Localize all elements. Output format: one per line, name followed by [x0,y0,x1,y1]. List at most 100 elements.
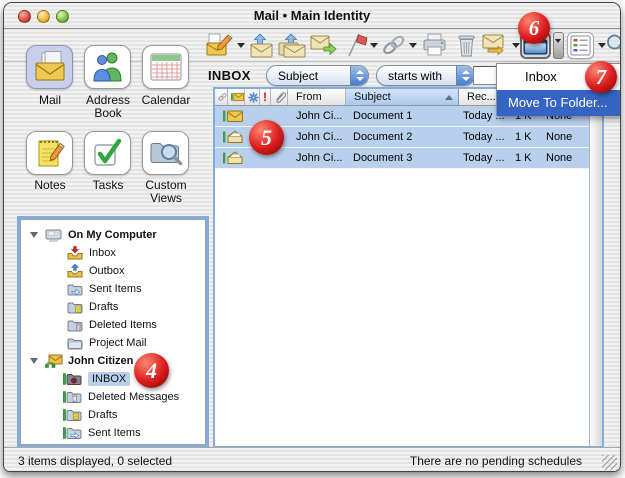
link-icon[interactable] [381,34,406,57]
unread-message-icon [223,109,244,123]
nav-button-mail[interactable] [26,45,73,89]
cell-categories: None [538,131,582,143]
tree-item-deleted-items[interactable]: Deleted Items [21,316,205,334]
reply-all-icon[interactable] [278,33,306,58]
imap-sent-icon [63,426,82,440]
inbox-tray-icon [67,246,83,260]
items-displayed-status: 3 items displayed, 0 selected [18,454,172,468]
nav-button-calendar[interactable] [142,45,189,89]
cell-subject: Document 2 [345,131,455,143]
sent-folder-icon [67,283,83,296]
compose-icon[interactable] [206,32,233,57]
categories-button[interactable] [567,32,594,59]
mail-window: Mail • Main Identity [3,2,621,472]
menu-item-move-to-folder[interactable]: Move To Folder... [497,90,621,116]
tree-item-imap-drafts[interactable]: Drafts [21,406,205,424]
tree-section-john-citizen[interactable]: John Citizen [21,352,205,370]
tree-item-imap-sent-items[interactable]: Sent Items [21,424,205,442]
send-receive-dropdown-arrow[interactable] [512,43,520,48]
filter-field-dropdown[interactable]: Subject [266,65,369,86]
disclosure-triangle-icon[interactable] [30,232,38,238]
subject-column-header[interactable]: Subject [346,89,459,105]
read-message-icon [223,151,244,165]
nav-button-custom-views[interactable] [142,131,189,175]
notes-icon [34,137,66,169]
imap-inbox-icon [63,372,82,386]
drafts-folder-icon [67,301,83,314]
popup-arrows-icon [456,66,474,85]
category-column-header[interactable] [245,89,260,105]
cell-categories: None [538,152,582,164]
status-bar: 3 items displayed, 0 selected There are … [4,447,620,472]
tree-item-drafts[interactable]: Drafts [21,298,205,316]
cell-from: John Ci... [288,131,345,143]
delete-icon[interactable] [455,33,478,58]
callout-badge-5: 5 [249,120,284,155]
cell-received: Today ... [455,152,511,164]
tree-item-sent-items[interactable]: Sent Items [21,280,205,298]
nav-label-notes: Notes [19,179,81,192]
cell-from: John Ci... [288,152,345,164]
vertical-scrollbar[interactable] [589,89,602,446]
flag-icon[interactable] [342,32,368,58]
tree-item-imap-deleted-messages[interactable]: Deleted Messages [21,388,205,406]
callout-badge-7: 7 [585,61,617,93]
address-book-icon [93,51,123,83]
deleted-folder-icon [67,319,83,332]
search-icon[interactable] [605,33,621,57]
tree-section-on-my-computer[interactable]: On My Computer [21,226,205,244]
imap-drafts-icon [63,408,82,422]
nav-label-tasks: Tasks [77,179,139,192]
reply-icon[interactable] [249,33,275,58]
tree-item-project-mail[interactable]: Project Mail [21,334,205,352]
filter-operator-value: starts with [388,69,442,83]
cell-subject: Document 3 [345,152,455,164]
nav-label-custom-views: Custom Views [135,179,197,205]
nav-label-calendar: Calendar [135,94,197,107]
calendar-icon [150,53,182,81]
account-icon [45,354,63,368]
attachment-column-header[interactable] [271,89,288,105]
custom-views-icon [149,138,183,168]
selected-tree-item-label: INBOX [88,372,130,386]
forward-icon[interactable] [310,33,337,58]
nav-label-address-book: Address Book [77,94,139,120]
folder-tree-panel: On My Computer Inbox Outbox Sent Items D… [20,219,206,445]
cell-size: 1 K [511,131,538,143]
flag-dropdown-arrow[interactable] [370,43,378,48]
list-body: John Ci... Document 1 Today ... 1 K None… [215,106,602,446]
outbox-tray-icon [67,264,83,278]
nav-button-notes[interactable] [26,131,73,175]
cell-from: John Ci... [288,110,345,122]
move-to-folder-dropdown-button[interactable] [553,32,564,59]
print-icon[interactable] [422,33,448,57]
sort-ascending-icon [445,95,453,100]
tree-item-imap-inbox[interactable]: INBOX [21,370,205,388]
online-status-column-header[interactable] [228,89,245,105]
read-message-icon [223,130,244,144]
filter-field-value: Subject [278,69,318,83]
resize-grip[interactable] [602,455,617,470]
link-dropdown-arrow[interactable] [409,43,417,48]
cell-subject: Document 1 [345,110,455,122]
nav-button-address-book[interactable] [84,45,131,89]
nav-label-mail: Mail [19,94,81,107]
popup-arrows-icon [350,66,368,85]
nav-button-tasks[interactable] [84,131,131,175]
tasks-icon [92,138,124,168]
computer-icon [45,228,62,242]
compose-dropdown-arrow[interactable] [237,43,245,48]
imap-deleted-icon [63,390,82,404]
links-column-header[interactable] [215,89,228,105]
from-column-header[interactable]: From [288,89,346,105]
priority-column-header[interactable]: ! [260,89,271,105]
disclosure-triangle-icon[interactable] [30,358,38,364]
cell-received: Today ... [455,131,511,143]
callout-badge-4: 4 [134,353,169,388]
filter-operator-dropdown[interactable]: starts with [376,65,475,86]
tree-item-outbox[interactable]: Outbox [21,262,205,280]
cell-size: 1 K [511,152,538,164]
callout-badge-6: 6 [518,12,550,44]
tree-item-inbox[interactable]: Inbox [21,244,205,262]
send-receive-icon[interactable] [482,33,510,58]
